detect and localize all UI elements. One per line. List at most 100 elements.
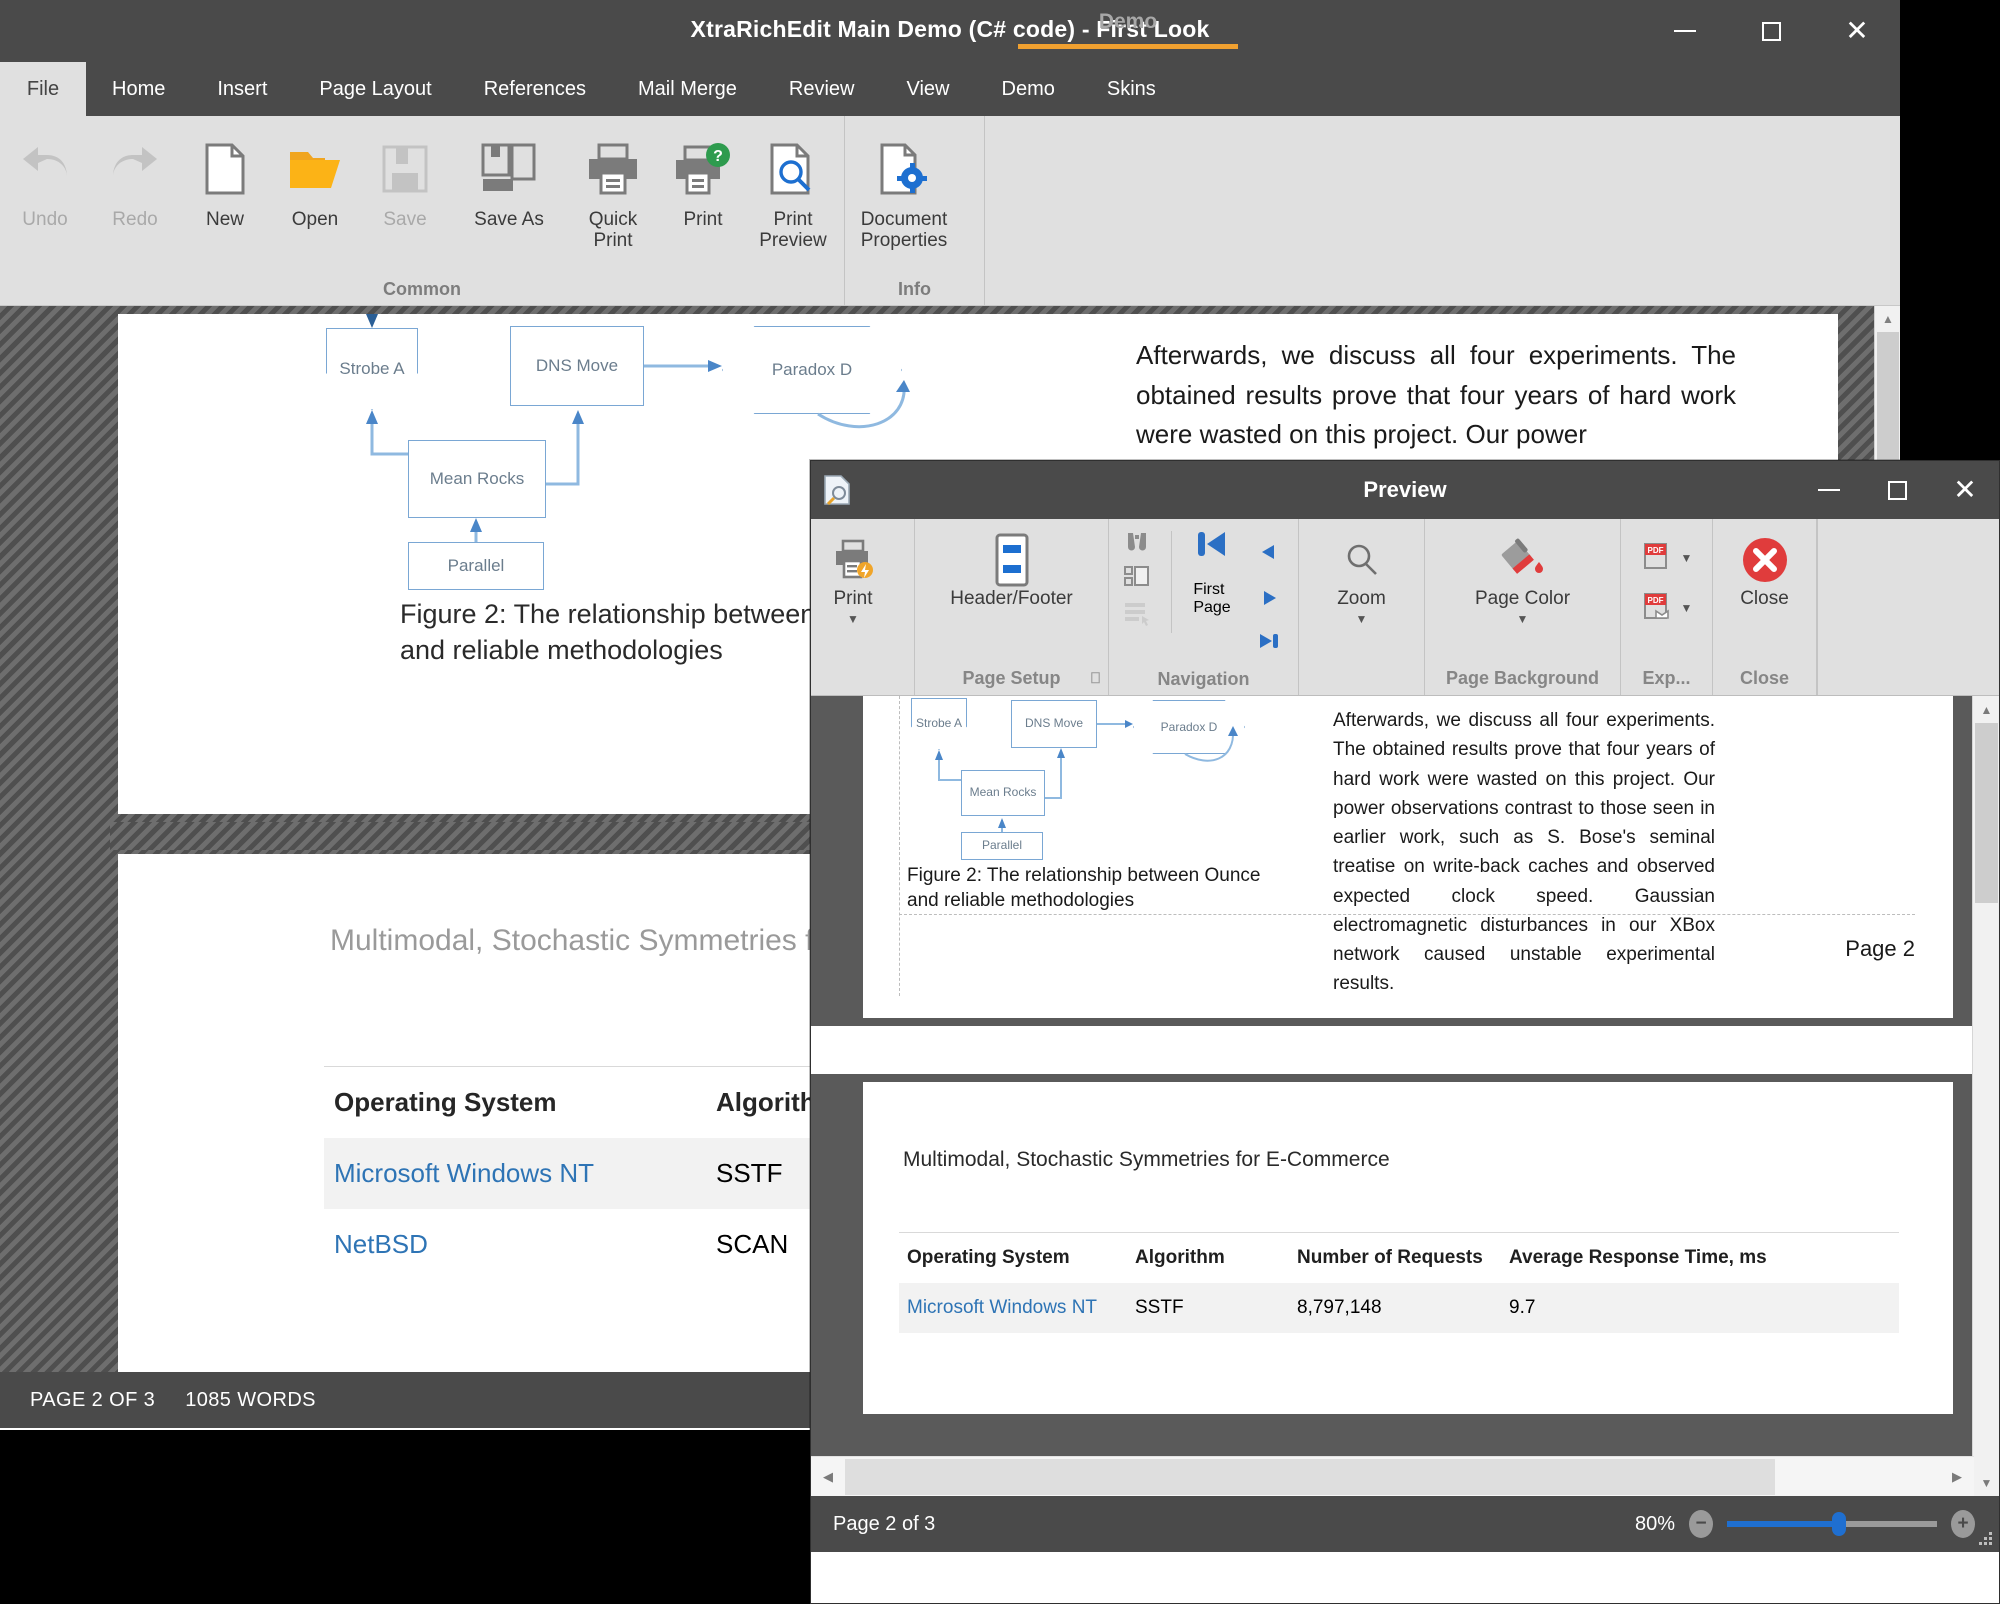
document-properties-button[interactable]: DocumentProperties xyxy=(845,126,963,251)
preview-group-navigation: FirstPage Navigation xyxy=(1109,519,1299,695)
ribbon-tab-insert[interactable]: Insert xyxy=(191,62,293,116)
zoom-slider[interactable] xyxy=(1727,1521,1937,1527)
thumbnails-icon xyxy=(1123,564,1151,595)
ribbon-tab-demo[interactable]: Demo xyxy=(976,62,1081,116)
previous-page-button[interactable] xyxy=(1258,531,1280,577)
page-color-button[interactable]: Page Color ▼ xyxy=(1443,525,1603,661)
quick-print-label-line2: Print xyxy=(593,230,632,251)
ribbon-tab-references[interactable]: References xyxy=(458,62,612,116)
preview-close-label: Close xyxy=(1740,589,1789,610)
new-label: New xyxy=(206,210,244,231)
print-preview-label-line2: Preview xyxy=(759,230,827,251)
zoom-out-icon[interactable]: − xyxy=(1689,1510,1713,1538)
print-button[interactable]: ? Print xyxy=(658,126,748,231)
header-footer-button[interactable]: Header/Footer xyxy=(927,525,1097,661)
preview-group-export: PDF ▼ PDF ▼ Exp... xyxy=(1621,519,1713,695)
navigation-divider xyxy=(1171,531,1172,633)
scroll-up-icon[interactable]: ▲ xyxy=(1875,306,1900,332)
status-word-count[interactable]: 1085 WORDS xyxy=(185,1389,316,1412)
page-color-label: Page Color xyxy=(1475,589,1570,610)
document-properties-icon xyxy=(879,134,929,204)
chevron-down-icon[interactable]: ▼ xyxy=(847,612,859,626)
redo-button[interactable]: Redo xyxy=(90,126,180,231)
ribbon-tab-mail-merge[interactable]: Mail Merge xyxy=(612,62,763,116)
header-footer-label: Header/Footer xyxy=(950,589,1073,610)
save-floppy-icon xyxy=(381,134,429,204)
preview-maximize-button[interactable] xyxy=(1863,461,1931,519)
zoom-button[interactable]: Zoom ▼ xyxy=(1320,525,1404,661)
contextual-tab-demo[interactable]: Demo xyxy=(1018,10,1238,49)
ribbon-tab-strip: File Home Insert Page Layout References … xyxy=(0,62,1900,116)
next-page-button[interactable] xyxy=(1258,577,1280,623)
maximize-button[interactable] xyxy=(1728,0,1814,62)
preview-close-button[interactable]: ✕ xyxy=(1931,461,1999,519)
preview-document-area[interactable]: Strobe A DNS Move Paradox D Mean Rocks P… xyxy=(811,696,1999,1496)
save-button[interactable]: Save xyxy=(360,126,450,231)
header-footer-icon xyxy=(990,531,1034,589)
main-window-controls: ✕ xyxy=(1642,0,1900,62)
preview-print-button[interactable]: Print ▼ xyxy=(811,525,895,661)
open-label: Open xyxy=(292,210,338,231)
contextual-tab-label: Demo xyxy=(1018,10,1238,34)
zoom-in-icon[interactable]: + xyxy=(1951,1510,1975,1538)
preview-minimize-button[interactable] xyxy=(1795,461,1863,519)
print-help-icon: ? xyxy=(674,134,732,204)
scroll-left-icon[interactable]: ◀ xyxy=(811,1457,845,1497)
print-preview-label-line1: Print xyxy=(773,209,812,230)
preview-scrollbar-thumb[interactable] xyxy=(1975,723,1998,903)
preview-document-table: Operating System Algorithm Number of Req… xyxy=(899,1232,1899,1333)
export-pdf-icon: PDF xyxy=(1641,540,1671,577)
preview-close-action-button[interactable]: Close xyxy=(1723,525,1807,661)
thumbnails-button[interactable] xyxy=(1123,561,1151,597)
scroll-up-icon[interactable]: ▲ xyxy=(1973,696,1999,723)
scroll-down-icon[interactable]: ▼ xyxy=(1973,1469,1999,1496)
preview-table-header-row: Operating System Algorithm Number of Req… xyxy=(899,1233,1899,1283)
page-setup-dialog-launcher-icon[interactable]: ⎕ xyxy=(1091,670,1100,687)
preview-horizontal-scrollbar[interactable]: ◀ ▶ xyxy=(811,1456,1974,1496)
ribbon-tab-home[interactable]: Home xyxy=(86,62,191,116)
print-preview-button[interactable]: PrintPreview xyxy=(748,126,838,251)
minimize-button[interactable] xyxy=(1642,0,1728,62)
ribbon-tab-page-layout[interactable]: Page Layout xyxy=(293,62,457,116)
find-button[interactable] xyxy=(1123,527,1151,561)
ribbon-tab-skins[interactable]: Skins xyxy=(1081,62,1182,116)
chevron-down-icon[interactable]: ▼ xyxy=(1356,612,1368,626)
chevron-down-icon[interactable]: ▼ xyxy=(1517,612,1529,626)
preview-table-header-average-response-time: Average Response Time, ms xyxy=(1501,1233,1799,1283)
status-page-indicator[interactable]: PAGE 2 OF 3 xyxy=(30,1389,155,1412)
quick-print-button[interactable]: QuickPrint xyxy=(568,126,658,251)
preview-page-2[interactable]: Multimodal, Stochastic Symmetries for E-… xyxy=(863,1082,1953,1414)
next-page-icon xyxy=(1258,588,1280,613)
email-pdf-icon: PDF xyxy=(1641,590,1671,627)
scroll-right-icon[interactable]: ▶ xyxy=(1940,1457,1974,1497)
quick-print-icon xyxy=(832,531,874,589)
bookmarks-button[interactable] xyxy=(1123,597,1151,633)
undo-button[interactable]: Undo xyxy=(0,126,90,231)
first-page-label-line2: Page xyxy=(1193,599,1230,616)
email-pdf-button[interactable]: PDF ▼ xyxy=(1641,583,1693,633)
chevron-down-icon[interactable]: ▼ xyxy=(1681,551,1693,565)
save-as-button[interactable]: Save As xyxy=(450,126,568,231)
zoom-slider-thumb[interactable] xyxy=(1832,1512,1846,1536)
preview-group-label-zoom xyxy=(1299,661,1424,695)
close-icon: ✕ xyxy=(1845,17,1868,45)
preview-page-1[interactable]: Strobe A DNS Move Paradox D Mean Rocks P… xyxy=(863,696,1953,1018)
last-page-button[interactable] xyxy=(1256,623,1282,663)
export-pdf-button[interactable]: PDF ▼ xyxy=(1641,533,1693,583)
close-button[interactable]: ✕ xyxy=(1814,0,1900,62)
open-button[interactable]: Open xyxy=(270,126,360,231)
first-page-button[interactable]: FirstPage xyxy=(1178,527,1246,663)
ribbon-tab-view[interactable]: View xyxy=(881,62,976,116)
ribbon-tab-review[interactable]: Review xyxy=(763,62,881,116)
preview-titlebar: Preview ✕ xyxy=(811,461,1999,519)
preview-vertical-scrollbar[interactable]: ▲ ▼ xyxy=(1972,696,1999,1496)
preview-figure-caption-line1: Figure 2: The relationship between Ounce xyxy=(907,865,1260,886)
ribbon-tab-file[interactable]: File xyxy=(0,62,86,116)
resize-grip[interactable] xyxy=(1979,1532,1993,1546)
preview-hscrollbar-thumb[interactable] xyxy=(845,1459,1775,1495)
preview-table-header-operating-system: Operating System xyxy=(899,1233,1127,1283)
first-page-label-line1: First xyxy=(1193,581,1224,598)
new-button[interactable]: New xyxy=(180,126,270,231)
chevron-down-icon[interactable]: ▼ xyxy=(1681,601,1693,615)
ribbon-group-label-info: Info xyxy=(845,273,984,305)
